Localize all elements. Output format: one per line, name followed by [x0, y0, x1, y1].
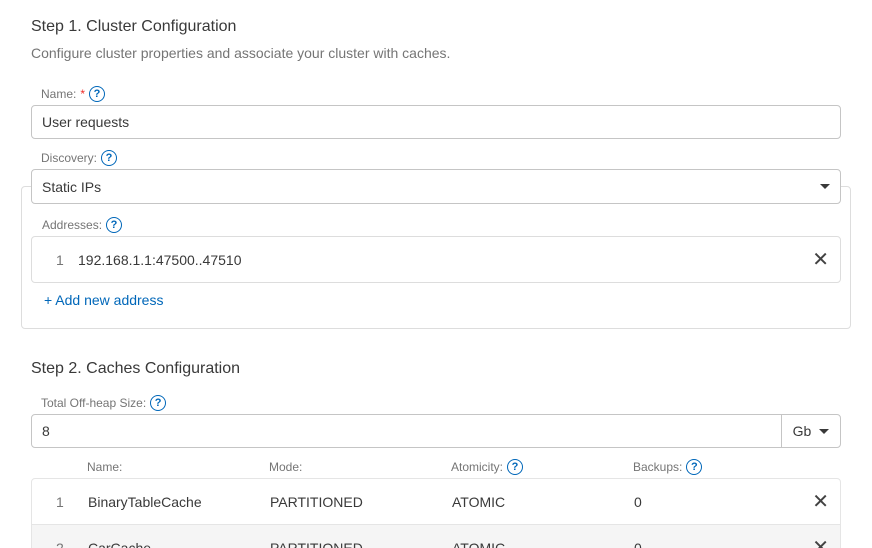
cache-atomicity: ATOMIC — [452, 493, 506, 510]
cache-atomicity: ATOMIC — [452, 539, 506, 548]
cache-mode: PARTITIONED — [270, 493, 363, 510]
cache-name: CarCache — [88, 539, 152, 548]
column-header-mode-label: Mode: — [269, 460, 303, 474]
address-row-index: 1 — [56, 251, 64, 268]
cache-backups: 0 — [634, 493, 642, 510]
chevron-down-icon — [820, 184, 830, 189]
column-header-atomicity: Atomicity: ? — [451, 459, 524, 475]
addresses-label: Addresses: — [42, 218, 103, 232]
column-header-mode: Mode: — [269, 460, 302, 474]
close-icon[interactable]: ✕ — [812, 492, 829, 512]
row-index: 2 — [56, 539, 64, 548]
help-icon[interactable]: ? — [507, 459, 524, 475]
step1-description: Configure cluster properties and associa… — [31, 45, 451, 61]
name-input-value: User requests — [42, 114, 130, 130]
offheap-unit-select[interactable]: Gb — [781, 414, 841, 448]
help-icon[interactable]: ? — [89, 86, 106, 102]
address-value: 192.168.1.1:47500..47510 — [78, 251, 242, 268]
chevron-down-icon — [819, 428, 830, 434]
table-row[interactable]: 1 BinaryTableCache PARTITIONED ATOMIC 0 … — [31, 478, 841, 525]
address-row[interactable]: 1 192.168.1.1:47500..47510 ✕ — [31, 236, 841, 283]
help-icon[interactable]: ? — [101, 150, 118, 166]
name-input[interactable]: User requests — [31, 105, 841, 139]
offheap-size-input[interactable]: 8 — [31, 414, 782, 448]
required-mark: * — [80, 87, 86, 101]
discovery-label: Discovery: — [41, 151, 98, 165]
step1-title: Step 1. Cluster Configuration — [31, 18, 237, 35]
column-header-backups: Backups: ? — [633, 459, 703, 475]
column-header-backups-label: Backups: — [633, 460, 683, 474]
name-label: Name: — [41, 87, 77, 101]
column-header-atomicity-label: Atomicity: — [451, 460, 504, 474]
help-icon[interactable]: ? — [106, 217, 123, 233]
table-row[interactable]: 2 CarCache PARTITIONED ATOMIC 0 ✕ — [31, 524, 841, 548]
row-index: 1 — [56, 493, 64, 510]
name-label-group: Name: * ? — [41, 86, 106, 102]
addresses-label-group: Addresses: ? — [42, 217, 123, 233]
discovery-select-value: Static IPs — [42, 178, 102, 195]
discovery-select[interactable]: Static IPs — [31, 169, 841, 204]
cache-backups: 0 — [634, 539, 642, 548]
offheap-unit-value: Gb — [792, 423, 812, 439]
close-icon[interactable]: ✕ — [812, 250, 829, 270]
add-address-link[interactable]: + Add new address — [44, 292, 163, 308]
step2-title: Step 2. Caches Configuration — [31, 360, 241, 377]
column-header-name-label: Name: — [87, 460, 123, 474]
cache-mode: PARTITIONED — [270, 539, 363, 548]
help-icon[interactable]: ? — [686, 459, 703, 475]
offheap-label-group: Total Off-heap Size: ? — [41, 395, 167, 411]
offheap-label: Total Off-heap Size: — [41, 396, 147, 410]
close-icon[interactable]: ✕ — [812, 538, 829, 548]
column-header-name: Name: — [87, 460, 122, 474]
discovery-label-group: Discovery: ? — [41, 150, 118, 166]
help-icon[interactable]: ? — [150, 395, 167, 411]
offheap-size-value: 8 — [42, 423, 50, 439]
cache-name: BinaryTableCache — [88, 493, 202, 510]
